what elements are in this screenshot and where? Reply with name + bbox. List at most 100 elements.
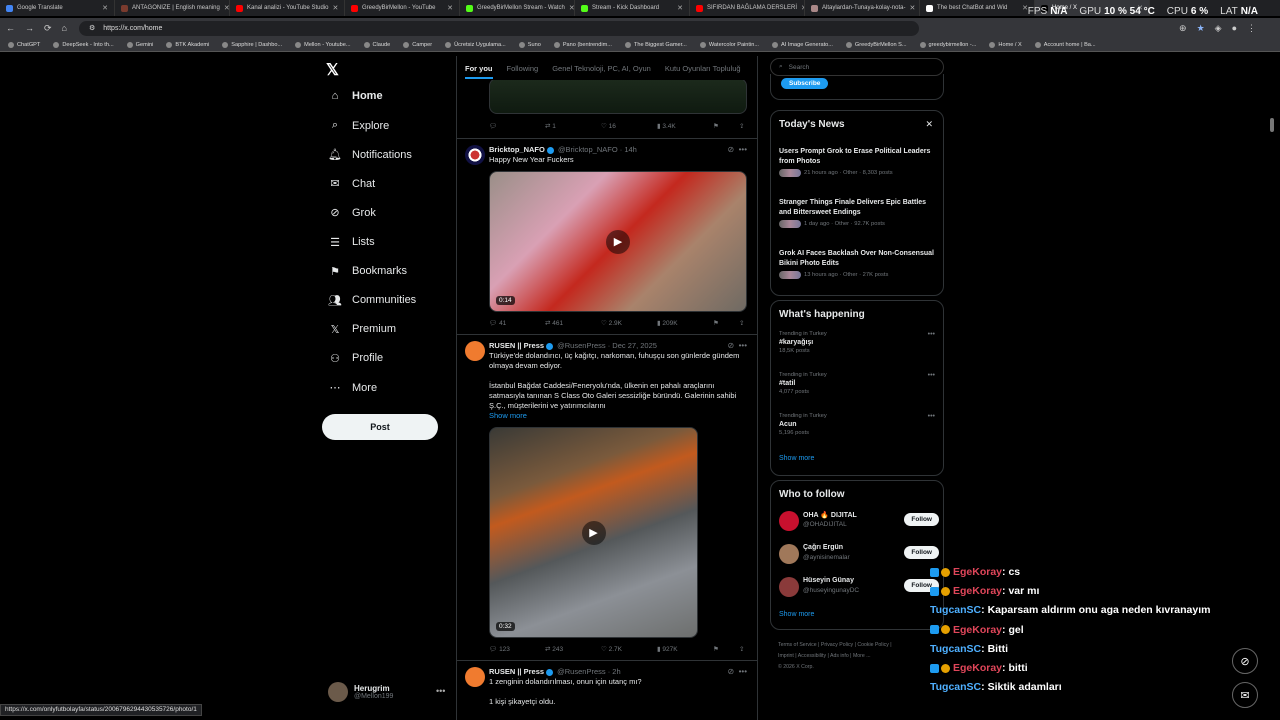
footer-line[interactable]: Imprint | Accessibility | Ads info | Mor… <box>778 651 948 662</box>
author-name[interactable]: RUSEN || Press <box>489 341 544 350</box>
bookmark-item[interactable]: Account home | Ba... <box>1034 41 1096 48</box>
follow-button[interactable]: Follow <box>904 546 939 559</box>
more-dots-icon[interactable]: ••• <box>739 341 747 350</box>
home-icon[interactable]: ⌂ <box>62 23 67 34</box>
tweet[interactable]: RUSEN || Press @RusenPress · Dec 27, 202… <box>457 334 757 660</box>
author-handle[interactable]: @RusenPress <box>557 667 605 676</box>
close-icon[interactable]: ✕ <box>677 4 683 12</box>
sidebar-item-communities[interactable]: 👥︎ Communities <box>328 294 416 307</box>
news-item[interactable]: Users Prompt Grok to Erase Political Lea… <box>779 147 939 177</box>
x-logo-icon[interactable]: 𝕏 <box>326 60 339 80</box>
more-dots-icon[interactable]: ••• <box>436 686 445 696</box>
profile-icon[interactable]: ● <box>1232 23 1237 34</box>
sidebar-item-lists[interactable]: ☰ Lists <box>328 236 375 249</box>
avatar[interactable] <box>465 341 485 361</box>
bookmark-item[interactable]: Pano (bentrendim... <box>553 41 612 48</box>
repost-button[interactable]: ⇄ 1 <box>545 122 601 130</box>
messages-icon[interactable]: ✉ <box>1232 682 1258 708</box>
chat-username[interactable]: EgeKoray <box>953 624 1002 636</box>
bookmark-item[interactable]: BTK Akademi <box>166 41 209 48</box>
tab-community[interactable]: Kutu Oyunları Topluluğ <box>665 64 741 73</box>
follow-button[interactable]: Follow <box>904 513 939 526</box>
tab-following[interactable]: Following <box>507 64 539 73</box>
views-button[interactable]: ▮ 927K <box>657 645 713 653</box>
avatar[interactable] <box>465 145 485 165</box>
share-icon[interactable]: ⇪ <box>739 122 749 130</box>
grok-icon[interactable]: ⊘ <box>727 667 734 676</box>
follow-suggestion[interactable]: OHA 🔥 DIJITAL @OHADIJITAL Follow <box>779 509 939 535</box>
browser-tab[interactable]: Kanal analizi - YouTube Studio ✕ <box>230 0 345 16</box>
like-button[interactable]: ♡ 2.7K <box>601 645 657 653</box>
repost-button[interactable]: ⇄ 243 <box>545 645 601 653</box>
bookmark-item[interactable]: Home / X <box>989 41 1022 48</box>
browser-tab[interactable]: GreedyBirMellon - YouTube ✕ <box>345 0 460 16</box>
bookmark-item[interactable]: Gemini <box>126 41 153 48</box>
chat-username[interactable]: EgeKoray <box>953 566 1002 578</box>
bookmark-item[interactable]: Camper <box>403 41 432 48</box>
browser-tab[interactable]: Altaylardan-Tunaya-kolay-nota- ✕ <box>805 0 920 16</box>
play-icon[interactable]: ▶ <box>581 520 606 545</box>
bookmark-item[interactable]: Mellon - Youtube... <box>295 41 351 48</box>
more-dots-icon[interactable]: ••• <box>739 145 747 154</box>
avatar[interactable] <box>465 667 485 687</box>
grok-icon[interactable]: ⊘ <box>1232 648 1258 674</box>
sidebar-item-chat[interactable]: ✉ Chat <box>328 177 375 191</box>
bookmark-item[interactable]: Ücretsiz Uygulama... <box>445 41 506 48</box>
browser-tab[interactable]: The best ChatBot and Wid ✕ <box>920 0 1035 16</box>
views-button[interactable]: ▮ 209K <box>657 319 713 327</box>
tab-for-you[interactable]: For you <box>465 64 493 79</box>
close-icon[interactable]: ✕ <box>102 4 108 12</box>
tweet-time[interactable]: · 14h <box>620 145 637 154</box>
trend-item[interactable]: Trending in Turkey #tatil 4,077 posts ••• <box>779 372 939 395</box>
trend-item[interactable]: Trending in Turkey Acun 5,196 posts ••• <box>779 413 939 436</box>
tweet-video[interactable]: ▶ 0:14 <box>489 171 747 312</box>
grok-icon[interactable]: ⊘ <box>727 145 734 154</box>
bookmark-item[interactable]: Watercolor Paintin... <box>699 41 759 48</box>
reload-icon[interactable]: ⟳ <box>44 23 52 34</box>
chat-username[interactable]: EgeKoray <box>953 662 1002 674</box>
close-icon[interactable]: ✕ <box>909 4 915 12</box>
close-icon[interactable]: ✕ <box>569 4 574 12</box>
back-icon[interactable]: ← <box>6 23 15 34</box>
bookmark-item[interactable]: The Biggest Gamer... <box>624 41 687 48</box>
chat-username[interactable]: EgeKoray <box>953 585 1002 597</box>
repost-button[interactable]: ⇄ 461 <box>545 319 601 327</box>
show-more-link[interactable]: Show more <box>489 411 749 421</box>
news-item[interactable]: Stranger Things Finale Delivers Epic Bat… <box>779 198 939 228</box>
grok-icon[interactable]: ⊘ <box>727 341 734 350</box>
sidebar-item-premium[interactable]: 𝕏 Premium <box>328 323 396 336</box>
follow-suggestion[interactable]: Hüseyin Günay @huseyingunayDC Follow <box>779 575 939 601</box>
previous-tweet-media[interactable] <box>489 78 747 114</box>
chat-username[interactable]: TugcanSC <box>930 681 981 693</box>
show-more-link[interactable]: Show more <box>779 455 814 462</box>
account-switcher[interactable]: Herugrim @Mellon199 ••• <box>328 682 445 702</box>
sidebar-item-profile[interactable]: ⚇ Profile <box>328 352 383 365</box>
zoom-icon[interactable]: ⊕ <box>1179 23 1187 34</box>
avatar[interactable] <box>779 544 799 564</box>
sidebar-item-bookmarks[interactable]: ⚑ Bookmarks <box>328 265 407 278</box>
show-more-link[interactable]: Show more <box>779 611 814 618</box>
like-button[interactable]: ♡ 16 <box>601 122 657 130</box>
sidebar-item-grok[interactable]: ⊘ Grok <box>328 206 375 220</box>
share-icon[interactable]: ⇪ <box>739 319 749 327</box>
reply-button[interactable]: 💬︎ <box>489 122 545 130</box>
sidebar-item-notifications[interactable]: 🔔︎ Notifications <box>328 148 412 162</box>
tweet-time[interactable]: · 2h <box>608 667 621 676</box>
author-name[interactable]: Bricktop_NAFO <box>489 145 545 154</box>
bookmark-icon[interactable]: ⚑ <box>713 122 739 130</box>
share-icon[interactable]: ⇪ <box>739 645 749 653</box>
author-handle[interactable]: @Bricktop_NAFO <box>558 145 618 154</box>
tweet[interactable]: RUSEN || Press @RusenPress · 2h ⊘ ••• 1 … <box>457 660 757 720</box>
bookmark-item[interactable]: ChatGPT <box>8 41 40 48</box>
footer-line[interactable]: Terms of Service | Privacy Policy | Cook… <box>778 640 948 651</box>
more-dots-icon[interactable]: ••• <box>928 331 935 338</box>
extensions-icon[interactable]: ◈ <box>1215 23 1222 34</box>
bookmark-item[interactable]: GreedyBirMellon S... <box>845 41 907 48</box>
menu-icon[interactable]: ⋮ <box>1247 23 1256 34</box>
bookmark-item[interactable]: Sapphire | Dashbo... <box>222 41 282 48</box>
reply-button[interactable]: 💬︎ 123 <box>489 645 545 653</box>
star-icon[interactable]: ★ <box>1197 23 1205 34</box>
close-icon[interactable]: ✕ <box>925 119 933 130</box>
tweet[interactable]: Bricktop_NAFO @Bricktop_NAFO · 14h ⊘ •••… <box>457 138 757 334</box>
sidebar-item-more[interactable]: ⋯ More <box>328 381 378 395</box>
